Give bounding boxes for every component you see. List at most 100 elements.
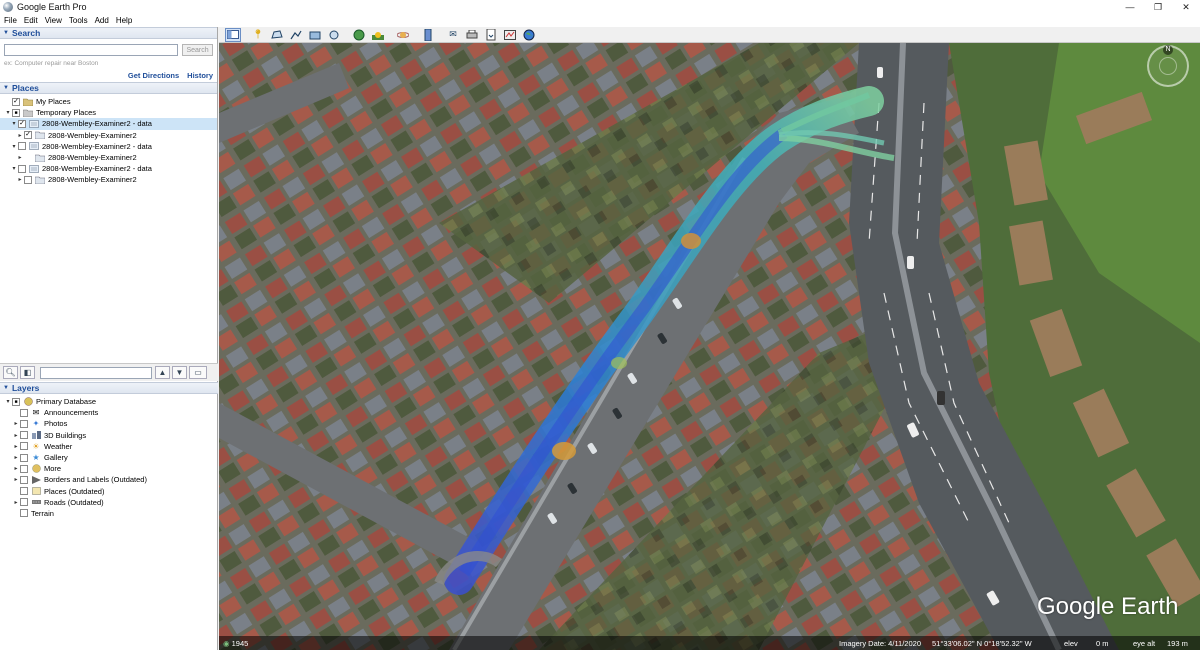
checkbox[interactable]: [24, 154, 32, 162]
expander-icon[interactable]: ▾: [4, 109, 12, 116]
menu-help[interactable]: Help: [116, 16, 132, 25]
print-button[interactable]: [464, 28, 480, 42]
google-earth-logo: Google Earth: [1037, 593, 1179, 620]
menu-bar: File Edit View Tools Add Help: [0, 14, 1200, 27]
tree-item[interactable]: ▾ ■ Primary Database: [0, 396, 218, 407]
add-path-button[interactable]: [288, 28, 304, 42]
search-button[interactable]: Search: [182, 44, 213, 56]
expander-icon[interactable]: ▸: [12, 499, 20, 506]
tree-item[interactable]: ▸ ✓ 2808-Wembley-Examiner2: [0, 130, 217, 141]
map-view[interactable]: N Google Earth: [219, 43, 1200, 650]
tree-item[interactable]: ✓ My Places: [0, 96, 217, 107]
expander-icon[interactable]: ▾: [4, 398, 12, 405]
places-filter-input[interactable]: [40, 366, 152, 379]
checkbox[interactable]: [20, 475, 28, 484]
expander-icon[interactable]: ▸: [12, 420, 20, 427]
add-polygon-button[interactable]: [269, 28, 285, 42]
navigation-compass[interactable]: N: [1147, 45, 1189, 87]
layers-panel-header[interactable]: ▼ Layers: [0, 382, 218, 394]
tree-item[interactable]: ▾ ■ Temporary Places: [0, 107, 217, 118]
tree-item[interactable]: ✉ Announcements: [0, 407, 218, 418]
expander-icon[interactable]: ▸: [16, 154, 24, 161]
search-input[interactable]: [4, 44, 179, 56]
expander-icon[interactable]: ▸: [12, 432, 20, 439]
add-image-overlay-button[interactable]: [307, 28, 323, 42]
tree-item[interactable]: Terrain: [0, 508, 218, 519]
email-button[interactable]: ✉: [445, 28, 461, 42]
imagery-date: Imagery Date: 4/11/2020: [839, 638, 921, 648]
move-down-button[interactable]: ▼: [172, 366, 187, 379]
get-directions-link[interactable]: Get Directions: [128, 71, 179, 80]
checkbox[interactable]: [20, 464, 28, 473]
expander-icon[interactable]: ▸: [12, 454, 20, 461]
tree-item[interactable]: ▸ 3D Buildings: [0, 430, 218, 441]
checkbox[interactable]: ■: [12, 397, 20, 406]
planets-button[interactable]: [395, 28, 411, 42]
historical-year[interactable]: ◉ 1945: [223, 639, 248, 648]
polygon-icon: [271, 29, 283, 39]
tree-item[interactable]: ▾ 2808-Wembley-Examiner2 - data: [0, 141, 217, 152]
move-up-button[interactable]: ▲: [155, 366, 170, 379]
tree-item[interactable]: ▸ More: [0, 463, 218, 474]
historical-imagery-button[interactable]: [351, 28, 367, 42]
search-places-button[interactable]: 🔍︎: [3, 366, 18, 379]
earth-view-button[interactable]: [521, 28, 537, 42]
close-button[interactable]: ✕: [1172, 0, 1200, 14]
history-link[interactable]: History: [187, 71, 213, 80]
expander-icon[interactable]: ▸: [16, 132, 24, 139]
checkbox[interactable]: [20, 487, 28, 496]
checkbox[interactable]: [20, 498, 28, 507]
expander-icon[interactable]: ▸: [16, 176, 24, 183]
checkbox[interactable]: [20, 408, 28, 417]
record-tour-button[interactable]: [326, 28, 342, 42]
expander-icon[interactable]: ▸: [12, 443, 20, 450]
tree-item[interactable]: ▸ ★ Gallery: [0, 452, 218, 463]
minimize-button[interactable]: —: [1116, 0, 1144, 14]
tree-item[interactable]: ▸ ☀ Weather: [0, 441, 218, 452]
checkbox[interactable]: ✓: [24, 131, 32, 140]
checkbox[interactable]: [18, 142, 26, 151]
north-indicator[interactable]: N: [1163, 45, 1173, 55]
expander-icon[interactable]: ▸: [12, 476, 20, 483]
sidebar-toggle-button[interactable]: [225, 27, 241, 42]
checkbox[interactable]: [20, 453, 28, 462]
tree-item[interactable]: ▸ Roads (Outdated): [0, 497, 218, 508]
checkbox[interactable]: [20, 419, 28, 428]
menu-add[interactable]: Add: [95, 16, 109, 25]
menu-edit[interactable]: Edit: [24, 16, 38, 25]
menu-tools[interactable]: Tools: [69, 16, 88, 25]
search-panel-header[interactable]: ▼ Search: [0, 27, 217, 39]
tree-item[interactable]: ▸ ✦ Photos: [0, 418, 218, 429]
tree-item[interactable]: ▸ 2808-Wembley-Examiner2: [0, 152, 217, 163]
checkbox[interactable]: [18, 164, 26, 173]
add-placemark-button[interactable]: 📍︎: [250, 28, 266, 42]
ruler-button[interactable]: [420, 28, 436, 42]
places-panel-header[interactable]: ▼ Places: [0, 82, 217, 94]
expander-icon[interactable]: ▾: [10, 165, 18, 172]
checkbox[interactable]: [20, 431, 28, 440]
tree-item[interactable]: ▾ ✓ 2808-Wembley-Examiner2 - data: [0, 118, 217, 130]
expander-icon[interactable]: ▾: [10, 143, 18, 150]
expander-icon[interactable]: ▾: [10, 120, 18, 127]
checkbox[interactable]: ✓: [18, 119, 26, 128]
menu-file[interactable]: File: [4, 16, 17, 25]
checkbox[interactable]: ✓: [12, 97, 20, 106]
tree-item[interactable]: ▾ 2808-Wembley-Examiner2 - data: [0, 163, 217, 174]
checkbox[interactable]: [20, 442, 28, 451]
maximize-button[interactable]: ❐: [1144, 0, 1172, 14]
save-image-button[interactable]: [483, 28, 499, 42]
sun-button[interactable]: [370, 28, 386, 42]
menu-view[interactable]: View: [45, 16, 62, 25]
checkbox[interactable]: ■: [12, 108, 20, 117]
look-joystick-icon[interactable]: [1159, 57, 1177, 75]
view-in-maps-button[interactable]: [502, 28, 518, 42]
checkbox[interactable]: [24, 175, 32, 184]
expander-icon[interactable]: ▸: [12, 465, 20, 472]
tree-item[interactable]: ▸ 2808-Wembley-Examiner2: [0, 174, 217, 185]
tree-item[interactable]: ▸ Borders and Labels (Outdated): [0, 474, 218, 485]
tree-item[interactable]: Places (Outdated): [0, 486, 218, 497]
folder-options-button[interactable]: ▭: [189, 366, 207, 379]
toggle-panel-button[interactable]: ◧: [20, 366, 35, 379]
layer-doc-icon: [29, 120, 39, 128]
checkbox[interactable]: [20, 509, 28, 518]
